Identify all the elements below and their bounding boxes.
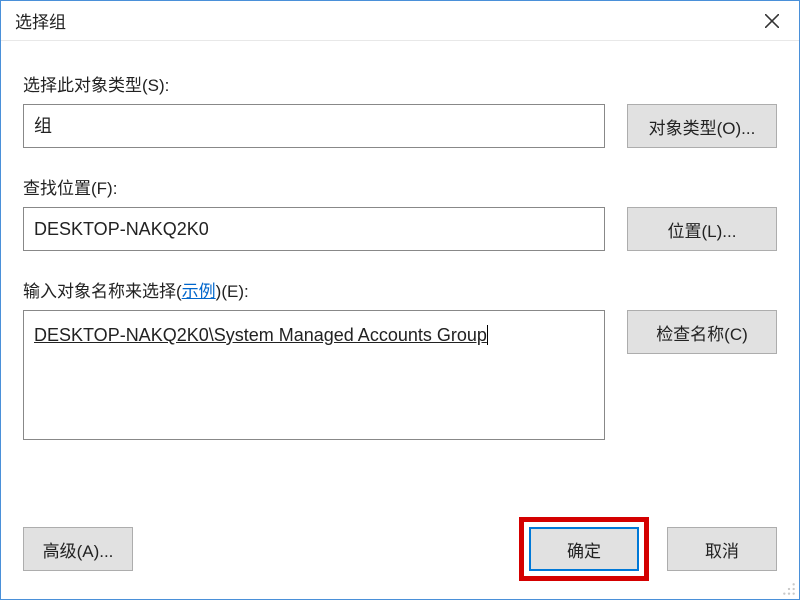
object-type-row: 组 对象类型(O)...: [23, 104, 777, 148]
examples-link[interactable]: 示例: [182, 282, 216, 301]
ok-highlight-box: 确定: [519, 517, 649, 581]
enter-names-label: 输入对象名称来选择(示例)(E):: [23, 277, 777, 302]
object-type-field: 组: [23, 104, 605, 148]
dialog-footer: 高级(A)... 确定 取消: [1, 511, 799, 599]
location-label: 查找位置(F):: [23, 174, 777, 199]
select-groups-dialog: 选择组 选择此对象类型(S): 组 对象类型(O)... 查找位置(F): DE…: [0, 0, 800, 600]
close-button[interactable]: [749, 4, 795, 38]
location-field: DESKTOP-NAKQ2K0: [23, 207, 605, 251]
titlebar: 选择组: [1, 1, 799, 41]
object-names-row: DESKTOP-NAKQ2K0\System Managed Accounts …: [23, 310, 777, 440]
enter-names-prefix: 输入对象名称来选择(: [23, 282, 182, 301]
close-icon: [765, 14, 779, 28]
resize-grip-icon[interactable]: [782, 582, 796, 596]
object-names-input[interactable]: DESKTOP-NAKQ2K0\System Managed Accounts …: [23, 310, 605, 440]
check-names-button[interactable]: 检查名称(C): [627, 310, 777, 354]
dialog-content: 选择此对象类型(S): 组 对象类型(O)... 查找位置(F): DESKTO…: [1, 41, 799, 511]
object-types-button[interactable]: 对象类型(O)...: [627, 104, 777, 148]
window-title: 选择组: [15, 8, 66, 33]
location-row: DESKTOP-NAKQ2K0 位置(L)...: [23, 207, 777, 251]
ok-button[interactable]: 确定: [529, 527, 639, 571]
object-name-value: DESKTOP-NAKQ2K0\System Managed Accounts …: [34, 325, 488, 345]
locations-button[interactable]: 位置(L)...: [627, 207, 777, 251]
advanced-button[interactable]: 高级(A)...: [23, 527, 133, 571]
cancel-button[interactable]: 取消: [667, 527, 777, 571]
object-type-label: 选择此对象类型(S):: [23, 71, 777, 96]
enter-names-suffix: )(E):: [216, 282, 249, 301]
